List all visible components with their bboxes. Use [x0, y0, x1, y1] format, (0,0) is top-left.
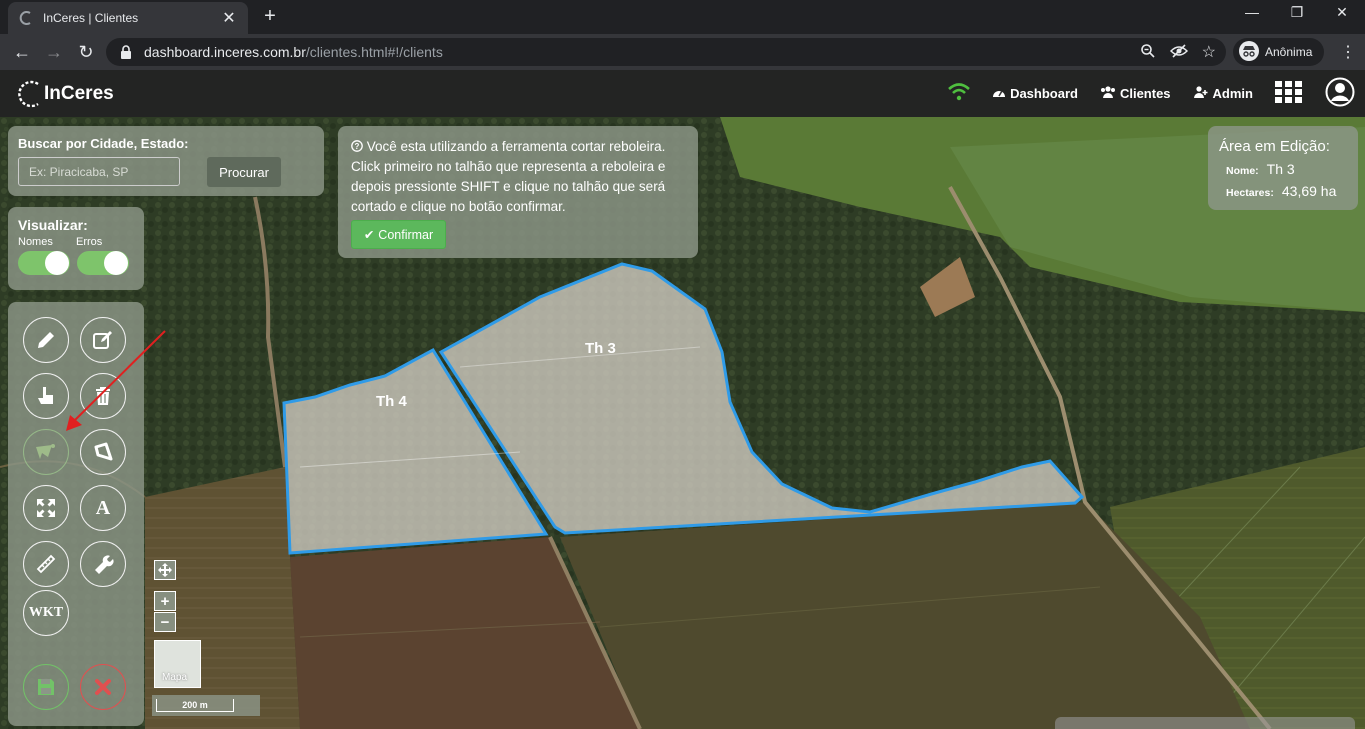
- save-button[interactable]: [23, 664, 69, 710]
- field-label-th4: Th 4: [376, 393, 407, 410]
- city-search-input[interactable]: [18, 157, 180, 186]
- area-editing-panel: Área em Edição: Nome: Th 3 Hectares: 43,…: [1208, 126, 1358, 210]
- area-name-key: Nome:: [1226, 165, 1259, 177]
- logo-icon: [18, 80, 39, 108]
- apps-grid-icon[interactable]: [1275, 81, 1303, 106]
- cut-tool-info-panel: ? Você esta utilizando a ferramenta cort…: [338, 126, 698, 258]
- eye-slash-icon[interactable]: [1169, 43, 1188, 62]
- zoom-out-button[interactable]: −: [154, 612, 176, 632]
- wkt-icon: WKT: [28, 605, 64, 620]
- annotation-arrow: [66, 330, 166, 431]
- browser-toolbar: ← → ↻ dashboard.inceres.com.br /clientes…: [0, 34, 1365, 70]
- confirm-button[interactable]: ✔ Confirmar: [351, 220, 446, 249]
- scale-label: 200 m: [156, 699, 234, 712]
- info-message: ? Você esta utilizando a ferramenta cort…: [351, 137, 691, 217]
- star-icon[interactable]: ☆: [1202, 42, 1216, 62]
- logo-text: InCeres: [44, 83, 114, 104]
- wrench-icon: [95, 555, 114, 574]
- base-map-label: Mapa: [162, 672, 188, 683]
- nav-admin-label: Admin: [1212, 86, 1253, 101]
- scale-bar: 200 m: [152, 695, 260, 716]
- cancel-icon: [95, 679, 111, 695]
- search-label: Buscar por Cidade, Estado:: [18, 136, 189, 151]
- back-icon[interactable]: ←: [6, 42, 38, 63]
- inceres-logo[interactable]: InCeres: [18, 79, 114, 109]
- toggle-erros-label: Erros: [76, 236, 103, 248]
- nav-clientes[interactable]: Clientes: [1100, 86, 1171, 101]
- question-circle-icon: ?: [351, 139, 367, 154]
- restore-icon[interactable]: ❐: [1277, 4, 1317, 21]
- close-window-icon[interactable]: ✕: [1322, 4, 1362, 21]
- menu-kebab-icon[interactable]: ⋮: [1340, 42, 1356, 62]
- wkt-tool[interactable]: WKT: [23, 590, 69, 636]
- move-icon: [158, 563, 172, 577]
- visualize-panel: Visualizar: Nomes Erros: [8, 207, 144, 290]
- search-panel: Buscar por Cidade, Estado: Procurar: [8, 126, 324, 196]
- area-name-row: Nome: Th 3: [1226, 161, 1295, 177]
- toggle-nomes[interactable]: [18, 251, 70, 275]
- new-tab-icon[interactable]: +: [260, 5, 280, 28]
- area-ha-value: 43,69 ha: [1281, 183, 1337, 199]
- browser-tab[interactable]: InCeres | Clientes ✕: [8, 2, 248, 34]
- ruler-icon: [36, 554, 56, 574]
- incognito-badge[interactable]: Anônima: [1233, 38, 1325, 66]
- info-message-text: Você esta utilizando a ferramenta cortar…: [351, 139, 666, 214]
- toggle-nomes-label: Nomes: [18, 236, 53, 248]
- user-avatar-icon[interactable]: [1325, 77, 1355, 110]
- bottom-panel-handle[interactable]: [1055, 717, 1355, 729]
- save-icon: [38, 679, 54, 695]
- area-ha-key: Hectares:: [1226, 187, 1274, 199]
- settings-tool[interactable]: [80, 541, 126, 587]
- dashboard-icon: [992, 86, 1006, 101]
- svg-text:?: ?: [355, 142, 360, 151]
- app-navbar: InCeres Dashboard Clientes Admin: [0, 70, 1365, 117]
- area-title: Área em Edição:: [1219, 138, 1330, 155]
- zoom-icon[interactable]: [1140, 43, 1156, 62]
- wifi-icon: [948, 83, 970, 104]
- tab-title: InCeres | Clientes: [43, 11, 139, 25]
- forward-icon[interactable]: →: [38, 42, 70, 63]
- users-icon: [1100, 86, 1116, 101]
- url-path: /clientes.html#!/clients: [305, 44, 443, 60]
- area-ha-row: Hectares: 43,69 ha: [1226, 183, 1336, 199]
- incognito-icon: [1239, 40, 1259, 64]
- field-label-th3: Th 3: [585, 340, 616, 357]
- address-bar[interactable]: dashboard.inceres.com.br /clientes.html#…: [106, 38, 1226, 66]
- app-root: Th 4 Th 3 InCeres Dashboard Clientes Adm…: [0, 70, 1365, 729]
- cancel-button[interactable]: [80, 664, 126, 710]
- user-plus-icon: [1193, 86, 1209, 101]
- close-tab-icon[interactable]: ✕: [220, 8, 238, 28]
- zoom-in-button[interactable]: +: [154, 591, 176, 611]
- nav-admin[interactable]: Admin: [1193, 86, 1253, 101]
- confirm-label: Confirmar: [378, 227, 434, 242]
- minimize-icon[interactable]: —: [1232, 4, 1272, 20]
- measure-tool[interactable]: [23, 541, 69, 587]
- url-host: dashboard.inceres.com.br: [144, 44, 306, 60]
- nav-dashboard-label: Dashboard: [1010, 86, 1078, 101]
- base-map-switcher[interactable]: Mapa: [154, 640, 201, 688]
- search-button[interactable]: Procurar: [207, 157, 281, 187]
- nav-clientes-label: Clientes: [1119, 86, 1171, 101]
- check-icon: ✔: [363, 228, 375, 242]
- toggle-erros[interactable]: [77, 251, 129, 275]
- browser-tabbar: InCeres | Clientes ✕ + — ❐ ✕: [0, 0, 1365, 34]
- reload-icon[interactable]: ↻: [70, 42, 102, 63]
- visualize-label: Visualizar:: [18, 217, 88, 233]
- profile-label: Anônima: [1265, 45, 1313, 59]
- area-name-value: Th 3: [1266, 161, 1295, 177]
- lock-icon: [120, 45, 134, 59]
- nav-dashboard[interactable]: Dashboard: [992, 86, 1078, 101]
- pan-control[interactable]: [154, 560, 176, 580]
- navbar-links: Dashboard Clientes Admin: [948, 70, 1355, 117]
- inceres-favicon: [18, 10, 34, 26]
